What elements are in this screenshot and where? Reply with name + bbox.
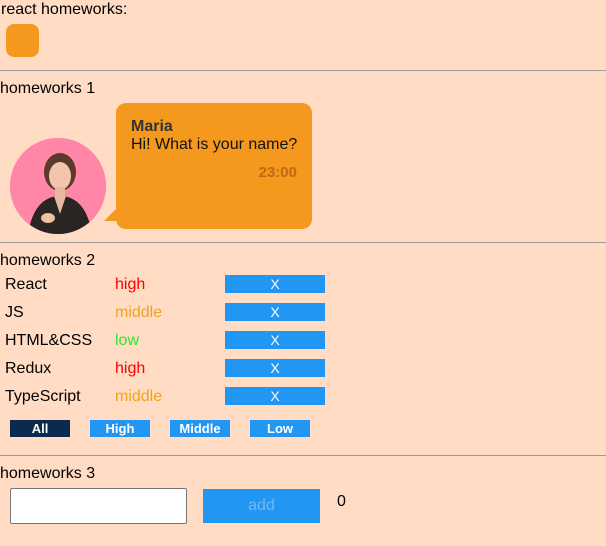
affair-name: TypeScript <box>5 388 81 405</box>
delete-button[interactable]: X <box>225 303 325 321</box>
filter-all-button[interactable]: All <box>10 420 70 437</box>
divider <box>0 455 606 456</box>
header-tile <box>6 24 39 57</box>
divider <box>0 70 606 71</box>
add-button[interactable]: add <box>203 489 320 523</box>
hw3-title: homeworks 3 <box>0 465 96 482</box>
affair-name: React <box>5 276 47 293</box>
affair-row: JS middle X <box>5 303 335 326</box>
affair-row: HTML&CSS low X <box>5 331 335 354</box>
divider <box>0 242 606 243</box>
affair-row: Redux high X <box>5 359 335 382</box>
affair-name: Redux <box>5 360 52 377</box>
affair-row: React high X <box>5 275 335 298</box>
hw2-title: homeworks 2 <box>0 252 96 269</box>
filter-middle-button[interactable]: Middle <box>170 420 230 437</box>
affair-name: JS <box>5 304 24 321</box>
app-title: react homeworks: <box>1 1 128 18</box>
message-sender: Maria <box>131 118 173 135</box>
names-count: 0 <box>337 493 346 510</box>
affair-priority: high <box>115 276 146 293</box>
affair-name: HTML&CSS <box>5 332 93 349</box>
avatar <box>10 138 106 234</box>
affair-row: TypeScript middle X <box>5 387 335 410</box>
delete-button[interactable]: X <box>225 331 325 349</box>
affair-priority: middle <box>115 388 163 405</box>
message-bubble: Maria Hi! What is your name? 23:00 <box>116 103 312 229</box>
message-time: 23:00 <box>258 164 297 181</box>
affair-priority: low <box>115 332 140 349</box>
delete-button[interactable]: X <box>225 275 325 293</box>
filter-high-button[interactable]: High <box>90 420 150 437</box>
avatar-image <box>10 138 106 234</box>
delete-button[interactable]: X <box>225 359 325 377</box>
name-input[interactable] <box>10 488 187 524</box>
hw1-title: homeworks 1 <box>0 80 96 97</box>
affair-priority: middle <box>115 304 163 321</box>
filter-low-button[interactable]: Low <box>250 420 310 437</box>
affair-priority: high <box>115 360 146 377</box>
delete-button[interactable]: X <box>225 387 325 405</box>
message-text: Hi! What is your name? <box>131 136 298 153</box>
